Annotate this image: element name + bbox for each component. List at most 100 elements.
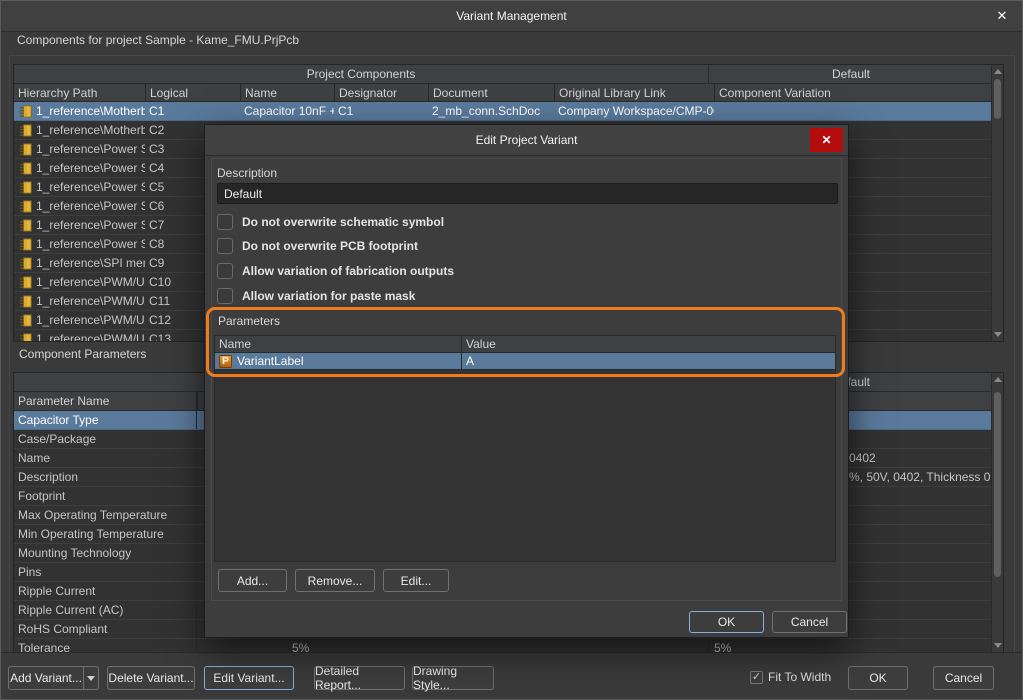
edit-button[interactable]: Edit... — [383, 569, 449, 592]
column-header-hierarchy-path[interactable]: Hierarchy Path — [14, 84, 145, 101]
dialog-parameters-table: Name Value P VariantLabel A — [214, 335, 836, 562]
checkbox-1[interactable] — [217, 214, 233, 230]
parameters-label: Parameters — [218, 314, 280, 328]
window-title: Variant Management — [456, 9, 567, 23]
hierarchy-path-text: 1_reference\Power S — [36, 199, 145, 213]
param-row-variantlabel[interactable]: P VariantLabel A — [215, 353, 835, 370]
parameter-name-cell: Tolerance — [14, 639, 197, 653]
hierarchy-path-cell: 1_reference\Power S — [14, 197, 145, 215]
edit-project-variant-dialog: Edit Project Variant ✕ Description Do no… — [204, 124, 849, 638]
component-parameters-label: Component Parameters — [19, 347, 146, 361]
hierarchy-path-text: 1_reference\PWM/UA — [36, 332, 145, 342]
edit-variant-button[interactable]: Edit Variant... — [204, 666, 294, 690]
parameter-name-cell: Capacitor Type — [14, 411, 197, 429]
scroll-up-icon[interactable] — [994, 377, 1002, 382]
hierarchy-path-text: 1_reference\Power S — [36, 180, 145, 194]
detailed-report-button[interactable]: Detailed Report... — [314, 666, 405, 690]
checkbox-row[interactable]: Allow variation of fabrication outputs — [217, 262, 454, 279]
parameter-name-cell: Footprint — [14, 487, 197, 505]
scroll-down-icon[interactable] — [994, 332, 1002, 337]
dialog-close-icon[interactable]: ✕ — [810, 128, 843, 152]
scroll-thumb[interactable] — [994, 392, 1001, 577]
scroll-up-icon[interactable] — [994, 69, 1002, 74]
scroll-thumb[interactable] — [994, 79, 1001, 119]
add-variant-split-button[interactable]: Add Variant... — [8, 666, 99, 690]
chevron-down-icon — [87, 676, 95, 681]
hierarchy-path-text: 1_reference\PWM/UA — [36, 294, 145, 308]
drawing-style-button[interactable]: Drawing Style... — [412, 666, 494, 690]
hierarchy-path-text: 1_reference\Power S — [36, 218, 145, 232]
parameter-name-cell: Max Operating Temperature — [14, 506, 197, 524]
column-header-document[interactable]: Document — [428, 84, 554, 101]
checkbox-row[interactable]: Do not overwrite schematic symbol — [217, 213, 444, 230]
parameter-name-cell: Name — [14, 449, 197, 467]
param-name-column-header[interactable]: Name — [215, 336, 462, 352]
cancel-button[interactable]: Cancel — [933, 666, 994, 690]
dialog-ok-button[interactable]: OK — [689, 611, 764, 633]
window-close-icon[interactable]: ✕ — [992, 7, 1012, 25]
logical-cell: C1 — [145, 102, 240, 120]
table-row[interactable]: 1_reference\MotherbC1Capacitor 10nF +,C1… — [14, 102, 1003, 121]
hierarchy-path-text: 1_reference\Motherb — [36, 123, 145, 137]
bottom-toolbar: Add Variant... Delete Variant... Edit Va… — [1, 652, 1022, 699]
scroll-down-icon[interactable] — [994, 643, 1002, 648]
ok-button[interactable]: OK — [848, 666, 908, 690]
param-name-cell: VariantLabel — [237, 354, 304, 368]
column-header-name[interactable]: Name — [240, 84, 334, 101]
name-cell: Capacitor 10nF +, — [240, 102, 334, 120]
column-header-original-library-link[interactable]: Original Library Link — [554, 84, 714, 101]
document-cell: 2_mb_conn.SchDoc — [428, 102, 554, 120]
delete-variant-button[interactable]: Delete Variant... — [107, 666, 195, 690]
column-header-component-variation[interactable]: Component Variation — [714, 84, 993, 101]
checkbox-2[interactable] — [217, 238, 233, 254]
components-for-project-label: Components for project Sample - Kame_FMU… — [17, 33, 299, 47]
parameter-icon: P — [219, 355, 232, 368]
parameter-name-cell: Min Operating Temperature — [14, 525, 197, 543]
hierarchy-path-cell: 1_reference\Motherb — [14, 121, 145, 139]
parameter-name-cell: Case/Package — [14, 430, 197, 448]
top-table-scrollbar[interactable] — [991, 65, 1003, 341]
hierarchy-path-cell: 1_reference\Motherb — [14, 102, 145, 120]
hierarchy-path-cell: 1_reference\Power S — [14, 178, 145, 196]
parameter-name-cell: Description — [14, 468, 197, 486]
checkbox-4[interactable] — [217, 288, 233, 304]
checkbox-3[interactable] — [217, 263, 233, 279]
parameter-mid-value-cell: 5% — [197, 639, 709, 653]
column-header-row: Hierarchy PathLogicalNameDesignatorDocum… — [14, 84, 1003, 102]
component-variation-cell — [714, 102, 993, 120]
fit-to-width-control[interactable]: ✓ Fit To Width — [750, 670, 831, 684]
add-button[interactable]: Add... — [218, 569, 287, 592]
hierarchy-path-text: 1_reference\Power S — [36, 161, 145, 175]
group-header-project-components: Project Components — [14, 65, 709, 83]
hierarchy-path-cell: 1_reference\Power S — [14, 235, 145, 253]
add-variant-button[interactable]: Add Variant... — [9, 667, 84, 689]
parameter-row[interactable]: Tolerance5%5% — [14, 639, 1003, 653]
checkbox-label: Do not overwrite PCB footprint — [242, 239, 418, 253]
parameter-name-cell: Ripple Current — [14, 582, 197, 600]
hierarchy-path-text: 1_reference\Power S — [36, 142, 145, 156]
hierarchy-path-cell: 1_reference\SPI mem — [14, 254, 145, 272]
remove-button[interactable]: Remove... — [295, 569, 375, 592]
hierarchy-path-text: 1_reference\Motherb — [36, 104, 145, 118]
checkbox-row[interactable]: Allow variation for paste mask — [217, 287, 415, 304]
hierarchy-path-cell: 1_reference\PWM/UA — [14, 292, 145, 310]
window-titlebar: Variant Management — [1, 1, 1022, 32]
dialog-titlebar: Edit Project Variant — [205, 125, 848, 156]
description-input[interactable] — [217, 183, 838, 204]
column-header-designator[interactable]: Designator — [334, 84, 428, 101]
fit-to-width-checkbox[interactable]: ✓ — [750, 671, 763, 684]
parameter-name-header[interactable]: Parameter Name — [14, 392, 197, 410]
hierarchy-path-text: 1_reference\PWM/UA — [36, 313, 145, 327]
designator-cell: C1 — [334, 102, 428, 120]
description-label: Description — [217, 166, 277, 180]
checkbox-label: Do not overwrite schematic symbol — [242, 215, 444, 229]
column-header-logical[interactable]: Logical — [145, 84, 240, 101]
add-variant-dropdown[interactable] — [84, 667, 98, 689]
parameter-name-cell: Mounting Technology — [14, 544, 197, 562]
bottom-table-scrollbar[interactable] — [991, 373, 1003, 652]
checkbox-row[interactable]: Do not overwrite PCB footprint — [217, 237, 418, 254]
variant-management-window: Variant Management ✕ Components for proj… — [0, 0, 1023, 700]
hierarchy-path-text: 1_reference\Power S — [36, 237, 145, 251]
param-value-column-header[interactable]: Value — [462, 336, 835, 352]
dialog-cancel-button[interactable]: Cancel — [772, 611, 847, 633]
